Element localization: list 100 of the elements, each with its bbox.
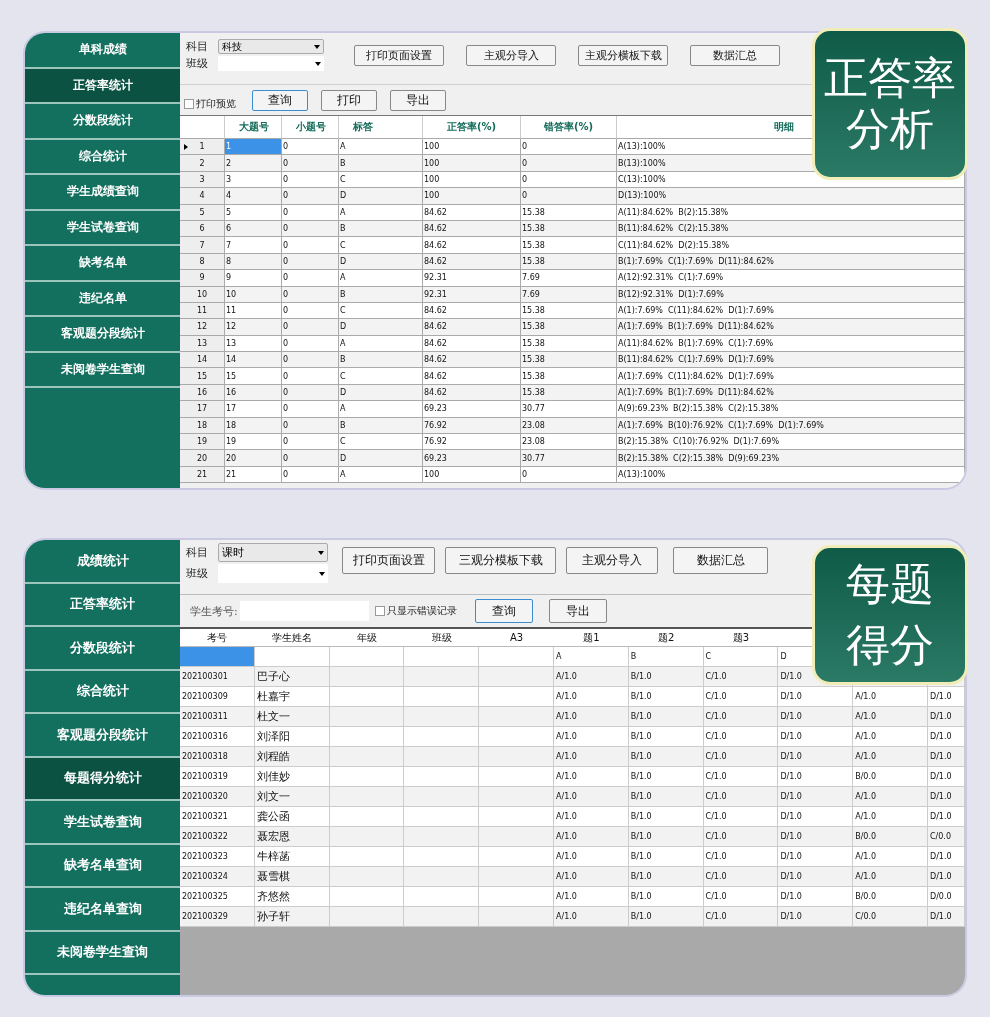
dropdown[interactable]: 课时: [218, 543, 328, 562]
row-header[interactable]: 4: [180, 188, 225, 205]
dropdown[interactable]: [218, 56, 324, 71]
row-header[interactable]: 20: [180, 450, 225, 467]
table-cell: A/1.0: [554, 747, 629, 767]
column-header[interactable]: 正答率(%): [423, 116, 521, 139]
table-cell: C/1.0: [703, 747, 779, 767]
table-cell: 0: [282, 434, 339, 451]
caret-icon: [315, 61, 321, 66]
table-cell: 0: [282, 368, 339, 385]
toolbar-button[interactable]: 主观分导入: [466, 45, 556, 66]
table-cell: 202100311: [180, 707, 255, 727]
table-cell: A/1.0: [554, 827, 629, 847]
table-cell: 龚公函: [254, 807, 330, 827]
table-cell: B/1.0: [628, 727, 704, 747]
row-header[interactable]: 17: [180, 401, 225, 418]
action-button[interactable]: 导出: [390, 89, 446, 111]
table-cell: 202100323: [180, 847, 255, 867]
toolbar-button[interactable]: 打印页面设置: [354, 45, 444, 66]
table-cell: 202100309: [180, 687, 255, 707]
table-cell: 1: [225, 139, 282, 156]
sidebar-item[interactable]: 正答率统计: [25, 583, 180, 627]
table-cell: A(1):7.69% C(11):84.62% D(1):7.69%: [617, 368, 965, 385]
toolbar-button[interactable]: 主观分横板下载: [578, 45, 668, 66]
row-header[interactable]: 1: [180, 139, 225, 156]
table-cell: 202100319: [180, 767, 255, 787]
row-header[interactable]: 14: [180, 352, 225, 369]
column-header[interactable]: 学生姓名: [254, 629, 330, 647]
column-header[interactable]: 错答率(%): [521, 116, 617, 139]
table-cell: B/1.0: [628, 747, 704, 767]
table-cell: D/1.0: [778, 827, 854, 847]
table-cell: C/0.0: [853, 907, 928, 927]
table-cell: C/1.0: [703, 787, 779, 807]
action-button[interactable]: 打印: [321, 89, 377, 111]
table-cell: B/1.0: [628, 867, 704, 887]
table-cell: 12: [225, 319, 282, 336]
toolbar-button[interactable]: 三观分模板下载: [445, 547, 556, 574]
dropdown[interactable]: [218, 564, 328, 583]
table-cell: D/1.0: [778, 807, 854, 827]
row-header[interactable]: 19: [180, 434, 225, 451]
action-button[interactable]: 查询: [474, 599, 533, 623]
table-cell: 0: [282, 270, 339, 287]
toolbar-button[interactable]: 主观分导入: [566, 547, 658, 574]
table-cell: A/1.0: [554, 847, 629, 867]
table-cell: 100: [423, 155, 521, 172]
checkbox[interactable]: 打印预览: [184, 97, 236, 111]
table-cell: C/1.0: [703, 687, 779, 707]
row-header[interactable]: 9: [180, 270, 225, 287]
toolbar-button[interactable]: 数据汇总: [690, 45, 780, 66]
table-cell: 0: [521, 139, 617, 156]
caret-icon: [314, 44, 320, 49]
table-cell: 69.23: [423, 401, 521, 418]
table-cell: 17: [225, 401, 282, 418]
table-cell: 202100325: [180, 887, 255, 907]
table-cell: A/1.0: [853, 847, 928, 867]
table-cell: C: [703, 647, 779, 667]
column-header[interactable]: 大题号: [225, 116, 282, 139]
table-cell: B/1.0: [628, 767, 704, 787]
sidebar-item[interactable]: 成绩统计: [25, 540, 180, 584]
row-header[interactable]: 2: [180, 155, 225, 172]
table-cell: D/1.0: [927, 767, 965, 787]
table-cell: A/1.0: [554, 767, 629, 787]
dropdown[interactable]: 科技: [218, 39, 324, 54]
table-cell: C: [339, 237, 423, 254]
row-header[interactable]: 15: [180, 368, 225, 385]
table-cell: 7: [225, 237, 282, 254]
checkbox[interactable]: 只显示错误记录: [374, 604, 457, 618]
column-header[interactable]: 明细: [774, 120, 794, 134]
table-cell: D: [339, 188, 423, 205]
column-header[interactable]: 标答: [339, 116, 423, 139]
table-cell: 9: [225, 270, 282, 287]
toolbar-button[interactable]: 数据汇总: [673, 547, 768, 574]
action-button[interactable]: 导出: [548, 599, 607, 623]
row-header[interactable]: 7: [180, 237, 225, 254]
table-cell: 刘泽阳: [254, 727, 330, 747]
table-cell: B/0.0: [853, 887, 928, 907]
sidebar-item[interactable]: 正答率统计: [25, 68, 180, 104]
table-cell: A/1.0: [853, 747, 928, 767]
action-button[interactable]: 查询: [252, 89, 308, 111]
table-cell: 202100322: [180, 827, 255, 847]
table-cell: 0: [282, 352, 339, 369]
column-header[interactable]: 小题号: [282, 116, 339, 139]
sidebar-item[interactable]: 每题得分统计: [25, 757, 180, 801]
toolbar-button[interactable]: 打印页面设置: [342, 547, 435, 574]
column-header[interactable]: 考号: [180, 629, 255, 647]
column-header[interactable]: 班级: [404, 629, 480, 647]
table-cell: B/1.0: [628, 907, 704, 927]
table-cell: 202100301: [180, 667, 255, 687]
table-cell: 202100324: [180, 867, 255, 887]
table-cell: D/1.0: [778, 707, 854, 727]
field-label: 班级: [186, 56, 208, 71]
row-header[interactable]: 12: [180, 319, 225, 336]
table-cell: 15.38: [521, 368, 617, 385]
table-cell: C/1.0: [703, 667, 779, 687]
table-cell: 30.77: [521, 450, 617, 467]
table-cell: C/1.0: [703, 847, 779, 867]
table-cell: B/0.0: [853, 827, 928, 847]
table-cell: 牛梓菡: [254, 847, 330, 867]
table-cell: D/1.0: [927, 787, 965, 807]
table-cell: A(1):7.69% B(1):7.69% D(11):84.62%: [617, 319, 965, 336]
